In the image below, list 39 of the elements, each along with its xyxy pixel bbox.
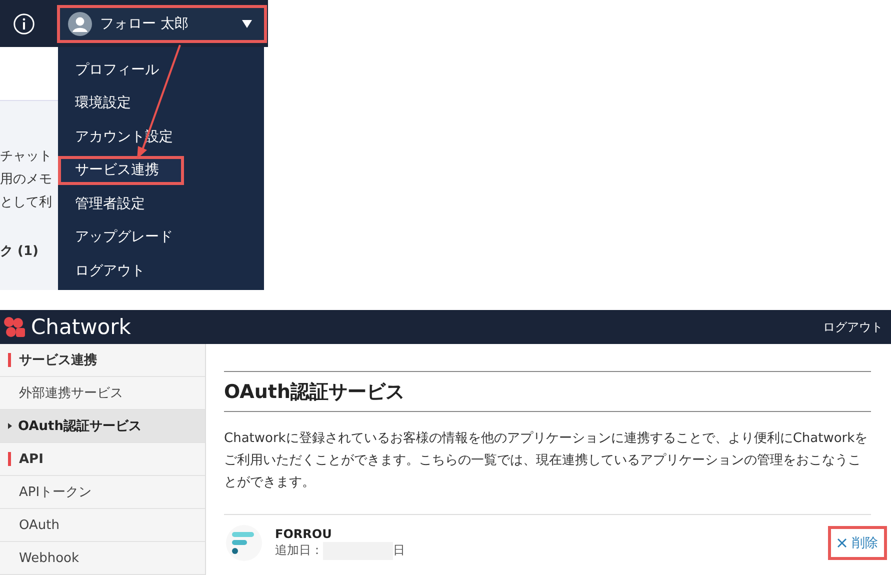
- sidebar-item[interactable]: OAuth認証サービス: [0, 410, 205, 443]
- delete-button[interactable]: 削除: [828, 526, 887, 560]
- added-date-label: 追加日：: [275, 542, 323, 559]
- sidebar-item[interactable]: APIトークン: [0, 476, 205, 509]
- user-menu-button[interactable]: フォロー 太郎: [57, 4, 267, 42]
- avatar-icon: [68, 12, 92, 36]
- heading-text: サービス連携: [19, 352, 97, 369]
- app-name: FORROU: [275, 526, 333, 540]
- page-text: として利: [0, 194, 53, 212]
- close-icon: [837, 538, 847, 548]
- menu-item[interactable]: 管理者設定: [58, 189, 184, 218]
- brand-name: Chatwork: [31, 315, 131, 339]
- menu-item[interactable]: アップグレード: [58, 222, 184, 252]
- sidebar-item[interactable]: Webhook: [0, 542, 205, 575]
- page-title: OAuth認証サービス: [224, 371, 871, 412]
- logout-link[interactable]: ログアウト: [823, 316, 883, 338]
- item-label: OAuth認証サービス: [18, 418, 142, 435]
- page-text: ク (1): [0, 243, 40, 261]
- page-text: 用のメモ: [0, 171, 53, 189]
- description-text: Chatworkに登録されているお客様の情報を他のアプリケーションに連携することで、より便利にChatworkをご利用いただくことができます。こちらの一覧では、現在連携しているアプリケーションの管理をおこなうことができます。: [224, 412, 871, 515]
- menu-item[interactable]: サービス連携: [58, 156, 184, 185]
- item-label: 外部連携サービス: [19, 385, 123, 402]
- heading-marker-icon: [8, 452, 11, 466]
- logo-icon: [2, 315, 26, 339]
- triangle-icon: [8, 423, 12, 429]
- menu-item[interactable]: プロフィール: [58, 55, 184, 84]
- caret-icon: [242, 20, 252, 28]
- menu-item[interactable]: ログアウト: [58, 256, 184, 286]
- info-icon[interactable]: [13, 12, 35, 34]
- heading-text: API: [19, 452, 44, 466]
- menu-item[interactable]: 環境設定: [58, 88, 184, 118]
- item-label: OAuth: [19, 518, 60, 532]
- date-suffix: 日: [393, 542, 405, 559]
- item-label: APIトークン: [19, 484, 92, 501]
- heading-marker-icon: [8, 353, 11, 367]
- page-text: チャット: [0, 148, 53, 166]
- sidebar-item[interactable]: OAuth: [0, 509, 205, 542]
- app-logo-icon: [226, 525, 262, 561]
- item-label: Webhook: [19, 550, 80, 566]
